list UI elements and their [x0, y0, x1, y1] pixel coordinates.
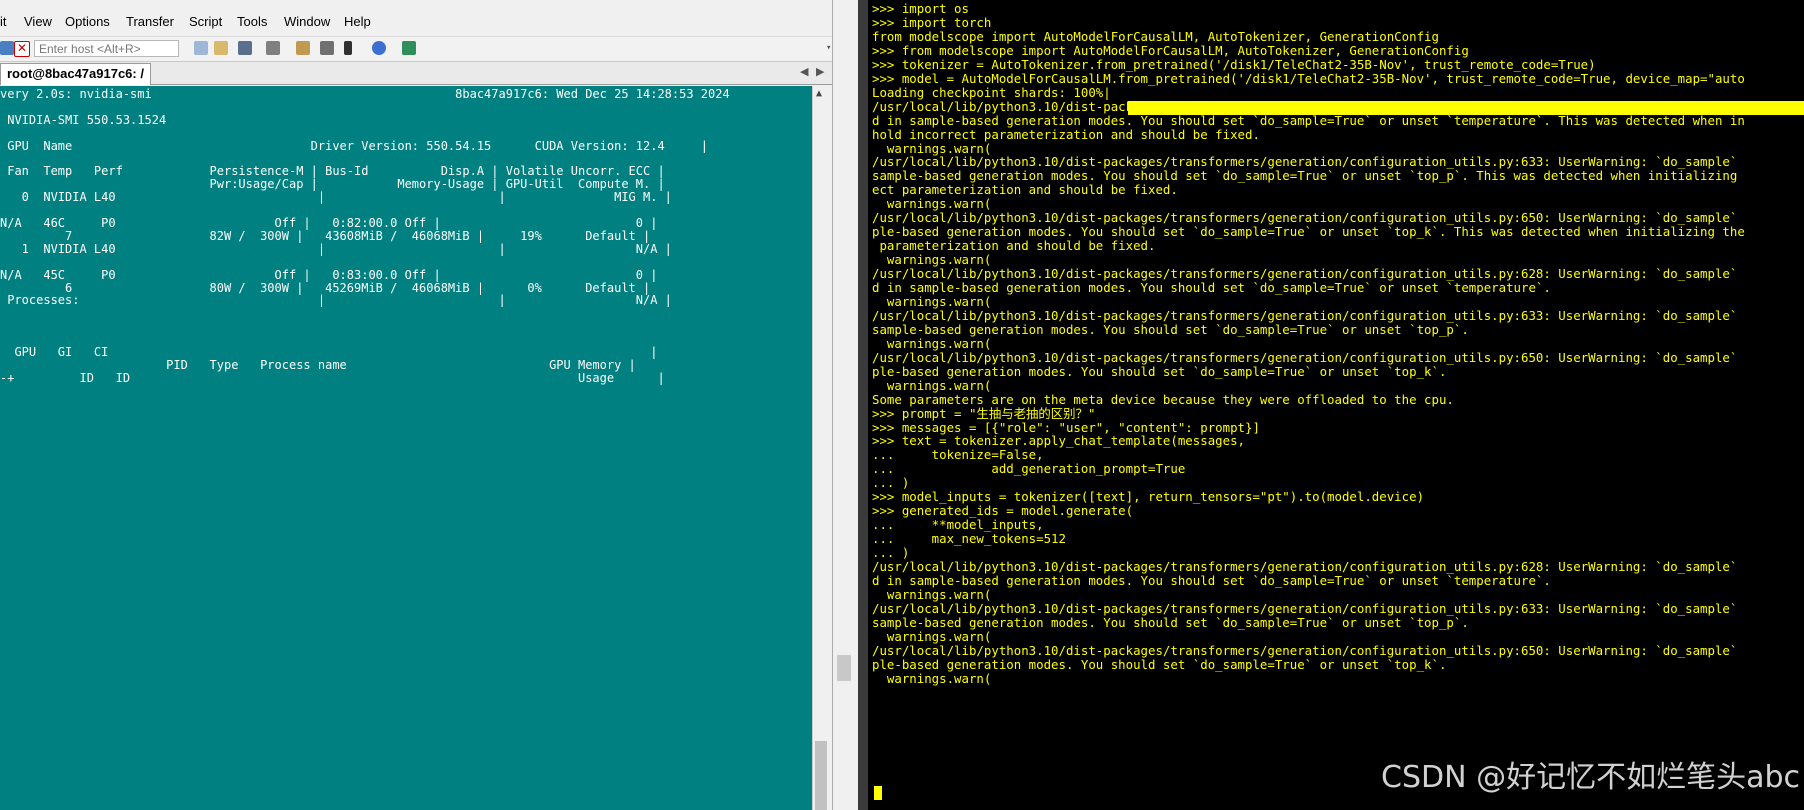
- menu-tools[interactable]: Tools: [237, 14, 267, 29]
- right-terminal-line: warnings.warn(: [872, 628, 992, 644]
- tab-session[interactable]: root@8bac47a917c6: /: [0, 63, 151, 85]
- right-terminal-line: >>> import torch: [872, 14, 992, 30]
- splitter-thumb[interactable]: [837, 655, 851, 681]
- left-terminal-line: PID Type Process name GPU Memory |: [0, 357, 636, 372]
- right-terminal-line: /usr/local/lib/python3.10/dist-packages/…: [872, 349, 1738, 365]
- scrollbar-thumb[interactable]: [815, 741, 827, 810]
- right-terminal-line: d in sample-based generation modes. You …: [872, 572, 1551, 588]
- left-terminal-line: GPU Name Driver Version: 550.54.15 CUDA …: [0, 138, 709, 153]
- right-terminal-line: ... **model_inputs,: [872, 517, 1044, 533]
- left-terminal[interactable]: very 2.0s: nvidia-smi 8bac47a917c6: Wed …: [0, 86, 812, 810]
- right-window-border: [858, 0, 868, 810]
- left-terminal-line: Processes: | | N/A |: [0, 293, 672, 308]
- right-terminal-line: sample-based generation modes. You shoul…: [872, 614, 1469, 630]
- right-terminal-line: >>> model_inputs = tokenizer([text], ret…: [872, 489, 1425, 505]
- left-terminal-line: very 2.0s: nvidia-smi 8bac47a917c6: Wed …: [0, 87, 730, 101]
- right-terminal-line: /usr/local/lib/python3.10/dist-packages/…: [872, 307, 1738, 323]
- right-terminal-line: ... tokenize=False,: [872, 447, 1044, 463]
- help-icon[interactable]: [372, 41, 386, 55]
- menu-bar: it View Options Transfer Script Tools Wi…: [0, 10, 832, 34]
- toolbar: ✕ Enter host <Alt+R> ▾: [0, 36, 832, 62]
- right-terminal-line: warnings.warn(: [872, 670, 992, 686]
- right-terminal-line: sample-based generation modes. You shoul…: [872, 321, 1469, 337]
- session-tab-bar: root@8bac47a917c6: / ◀ ▶: [0, 62, 832, 85]
- right-terminal-line: d in sample-based generation modes. You …: [872, 112, 1745, 128]
- right-terminal-line: >>> import os: [872, 1, 969, 16]
- menu-window[interactable]: Window: [284, 14, 330, 29]
- right-terminal-line: from modelscope import AutoModelForCausa…: [872, 28, 1439, 44]
- right-terminal-line: d in sample-based generation modes. You …: [872, 280, 1551, 295]
- left-terminal-line: N/A 45C P0 Off | 0:83:00.0 Off | 0 |: [0, 267, 658, 282]
- left-terminal-line: 7 82W / 300W | 43608MiB / 46068MiB | 19%…: [0, 228, 651, 243]
- left-terminal-scrollbar[interactable]: ▲: [812, 86, 829, 810]
- find-icon[interactable]: [238, 41, 252, 55]
- left-terminal-line: NVIDIA-SMI 550.53.1524: [0, 112, 167, 127]
- paste-icon[interactable]: [214, 41, 228, 55]
- terminal-cursor: [874, 786, 882, 800]
- session-options-icon[interactable]: [296, 41, 310, 55]
- left-terminal-line: -+ ID ID Usage |: [0, 370, 665, 385]
- right-terminal-line: >>> messages = [{"role": "user", "conten…: [872, 419, 1260, 435]
- right-terminal-line: >>> from modelscope import AutoModelForC…: [872, 42, 1469, 58]
- scroll-up-icon[interactable]: ▲: [816, 88, 822, 99]
- right-terminal-line: ... add_generation_prompt=True: [872, 461, 1186, 477]
- right-terminal-line: warnings.warn(: [872, 377, 992, 393]
- menu-options[interactable]: Options: [65, 14, 110, 29]
- right-terminal-line: >>> generated_ids = model.generate(: [872, 503, 1134, 519]
- right-terminal-line: parameterization and should be fixed.: [872, 238, 1156, 254]
- right-terminal-line: ple-based generation modes. You should s…: [872, 363, 1447, 379]
- right-terminal-line: ... ): [872, 475, 910, 491]
- right-terminal-line: sample-based generation modes. You shoul…: [872, 168, 1738, 184]
- left-terminal-line: 0 NVIDIA L40 | | MIG M. |: [0, 190, 672, 205]
- right-terminal-line: /usr/local/lib/python3.10/dist-packages/…: [872, 154, 1738, 170]
- left-terminal-line: 1 NVIDIA L40 | | N/A |: [0, 241, 672, 256]
- right-terminal-line: >>> tokenizer = AutoTokenizer.from_pretr…: [872, 56, 1596, 72]
- global-options-icon[interactable]: [320, 41, 334, 55]
- menu-transfer[interactable]: Transfer: [126, 14, 174, 29]
- right-terminal-line: warnings.warn(: [872, 293, 992, 309]
- disconnect-icon[interactable]: ✕: [14, 41, 30, 57]
- print-icon[interactable]: [266, 41, 280, 55]
- window-splitter[interactable]: [832, 0, 859, 810]
- right-terminal-line: ple-based generation modes. You should s…: [872, 656, 1447, 672]
- watermark: CSDN @好记忆不如烂笔头abc: [1381, 760, 1800, 795]
- securecrt-window: it View Options Transfer Script Tools Wi…: [0, 0, 832, 810]
- right-terminal-line: ... max_new_tokens=512: [872, 531, 1066, 547]
- right-terminal-line: warnings.warn(: [872, 335, 992, 351]
- menu-view[interactable]: View: [24, 14, 52, 29]
- connect-icon[interactable]: [0, 41, 14, 55]
- menu-help[interactable]: Help: [344, 14, 371, 29]
- copy-icon[interactable]: [194, 41, 208, 55]
- menu-edit[interactable]: it: [0, 14, 7, 29]
- right-terminal-line: Loading checkpoint shards: 100%|: [872, 84, 1111, 100]
- right-terminal-line: /usr/local/lib/python3.10/dist-packages/…: [872, 600, 1738, 616]
- keymap-icon[interactable]: [344, 41, 352, 55]
- right-terminal-line: hold incorrect parameterization and shou…: [872, 126, 1260, 142]
- tab-next-icon[interactable]: ▶: [816, 65, 824, 78]
- right-terminal-line: warnings.warn(: [872, 140, 992, 156]
- right-terminal-line: >>> prompt = "生抽与老抽的区别？": [872, 405, 1096, 421]
- sftp-icon[interactable]: [402, 41, 416, 55]
- right-terminal-line: /usr/local/lib/python3.10/dist-packages/…: [872, 266, 1738, 282]
- tab-prev-icon[interactable]: ◀: [800, 65, 808, 78]
- right-terminal-line: Some parameters are on the meta device b…: [872, 391, 1454, 407]
- right-terminal-line: warnings.warn(: [872, 586, 992, 602]
- right-terminal-line: /usr/local/lib/python3.10/dist-packages/…: [872, 642, 1738, 658]
- quick-connect-input[interactable]: Enter host <Alt+R>: [34, 40, 179, 57]
- right-terminal-line: ... ): [872, 545, 910, 561]
- right-terminal-line: /usr/local/lib/python3.10/dist-packages/…: [872, 559, 1738, 574]
- right-terminal[interactable]: >>> import os >>> import torch from models…: [868, 0, 1804, 810]
- right-terminal-line: /usr/local/lib/python3.10/dist-packages/…: [872, 98, 1738, 114]
- right-terminal-line: ple-based generation modes. You should s…: [872, 224, 1745, 240]
- right-terminal-line: /usr/local/lib/python3.10/dist-packages/…: [872, 210, 1738, 226]
- right-terminal-line: >>> text = tokenizer.apply_chat_template…: [872, 433, 1245, 449]
- right-terminal-line: warnings.warn(: [872, 252, 992, 268]
- toolbar-overflow-icon[interactable]: ▾: [826, 43, 831, 53]
- right-terminal-line: >>> model = AutoModelForCausalLM.from_pr…: [872, 70, 1745, 86]
- menu-script[interactable]: Script: [189, 14, 222, 29]
- right-terminal-line: ect parameterization and should be fixed…: [872, 182, 1178, 198]
- right-terminal-line: warnings.warn(: [872, 196, 992, 212]
